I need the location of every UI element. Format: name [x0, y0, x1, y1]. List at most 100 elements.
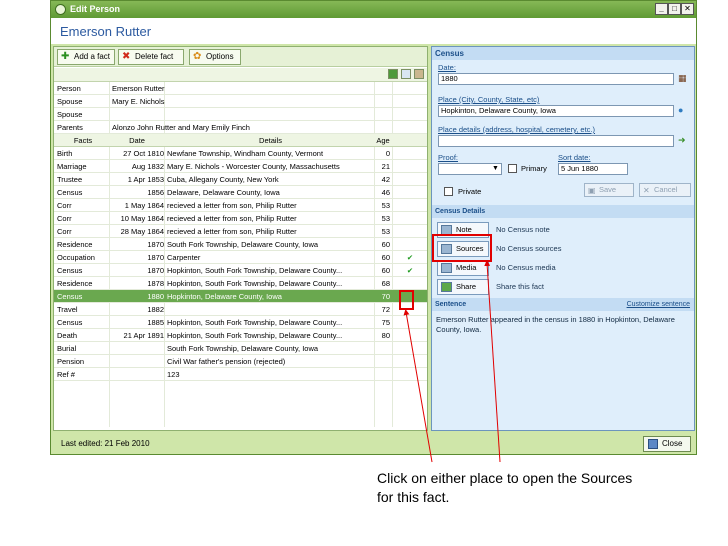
cancel-button[interactable]: ✕ Cancel	[639, 183, 691, 197]
maximize-button[interactable]: □	[668, 3, 681, 15]
fact-date: 28 May 1864	[120, 227, 164, 236]
fact-type: Census	[57, 266, 83, 275]
fact-type: Marriage	[57, 162, 87, 171]
share-button[interactable]: Share	[437, 279, 489, 295]
save-button[interactable]: ▣ Save	[584, 183, 634, 197]
chevron-down-icon[interactable]: ▼	[492, 164, 499, 174]
customize-sentence-link[interactable]: Customize sentence	[627, 298, 690, 311]
fact-type: Burial	[57, 344, 77, 353]
plus-icon: ✚	[61, 51, 70, 62]
fact-type: Pension	[57, 357, 85, 366]
fact-row[interactable]: Marriage Aug 1832 Mary E. Nichols - Worces…	[54, 160, 427, 173]
cancel-icon: ✕	[643, 186, 650, 195]
fact-type: Birth	[57, 149, 73, 158]
fact-row[interactable]: Residence 1870 South Fork Township, Delawa…	[54, 238, 427, 251]
person-row[interactable]: Spouse Mary E. Nichols	[54, 95, 427, 108]
fact-details: 123	[167, 370, 180, 379]
fact-type: Census	[57, 318, 83, 327]
media-status: No Census media	[496, 263, 556, 272]
sentence-text[interactable]: Emerson Rutter appeared in the census in…	[436, 315, 691, 335]
globe-icon[interactable]: ●	[678, 105, 683, 115]
fact-details: Cuba, Allegany County, New York	[167, 175, 279, 184]
place-details-input[interactable]	[438, 135, 674, 147]
fact-row[interactable]: Census 1870 Hopkinton, South Fork Township…	[54, 264, 427, 277]
close-button[interactable]: Close	[643, 436, 691, 452]
fact-age: 0	[385, 149, 390, 158]
delete-fact-button[interactable]: ✖ Delete fact	[118, 49, 184, 65]
go-arrow-icon[interactable]: ➜	[678, 135, 686, 145]
fact-type: Trustee	[57, 175, 83, 184]
person-row-label: Person	[57, 84, 81, 93]
options-button[interactable]: ✿ Options	[189, 49, 241, 65]
fact-type: Travel	[57, 305, 78, 314]
fact-type: Census	[57, 292, 83, 301]
fact-row[interactable]: Corr 28 May 1864 recieved a letter from so…	[54, 225, 427, 238]
date-column-title[interactable]: Date	[110, 135, 164, 146]
date-input[interactable]: 1880	[438, 73, 674, 85]
fact-age: 53	[381, 214, 390, 223]
fact-row[interactable]: Birth 27 Oct 1810 Newfane Township, Windha…	[54, 147, 427, 160]
primary-label: Primary	[521, 164, 547, 173]
fact-type: Corr	[57, 201, 72, 210]
fact-date: 1870	[147, 266, 164, 275]
close-door-icon	[648, 439, 658, 449]
fact-age: 68	[381, 279, 390, 288]
media-column-icon	[414, 69, 424, 79]
person-row[interactable]: Person Emerson Rutter	[54, 82, 427, 95]
place-input[interactable]: Hopkinton, Delaware County, Iowa	[438, 105, 674, 117]
person-row[interactable]: Parents Alonzo John Rutter and Mary Emily…	[54, 121, 427, 134]
fact-date: 1870	[147, 253, 164, 262]
source-check-icon[interactable]: ✔	[404, 265, 416, 276]
fact-row[interactable]: Ref # 123	[54, 368, 427, 381]
fact-type: Death	[57, 331, 78, 340]
fact-row[interactable]: Death 21 Apr 1891 Hopkinton, South Fork To…	[54, 329, 427, 342]
private-checkbox[interactable]	[444, 187, 453, 196]
fact-row[interactable]: Burial South Fork Township, Delaware Coun…	[54, 342, 427, 355]
facts-column-header: Facts Date Details Age	[54, 134, 427, 147]
source-check-icon[interactable]: ✔	[404, 252, 416, 263]
fact-row[interactable]: Corr 10 May 1864 recieved a letter from so…	[54, 212, 427, 225]
person-row-label: Spouse	[57, 97, 83, 106]
fact-row[interactable]: Census 1885 Hopkinton, South Fork Township…	[54, 316, 427, 329]
fact-age: 46	[381, 188, 390, 197]
fact-row[interactable]: Census 1880 Hopkinton, Delaware County, Io…	[54, 290, 427, 303]
fact-age: 53	[381, 227, 390, 236]
fact-row[interactable]: Pension Civil War father's pension (rejec…	[54, 355, 427, 368]
fact-row[interactable]: Residence 1878 Hopkinton, South Fork Towns…	[54, 277, 427, 290]
facts-toolbar: ✚ Add a fact ✖ Delete fact ✿ Options	[54, 47, 427, 67]
fact-row[interactable]: Trustee 1 Apr 1853 Cuba, Allegany County, …	[54, 173, 427, 186]
fact-date: 1882	[147, 305, 164, 314]
facts-column-title[interactable]: Facts	[57, 135, 109, 146]
media-button[interactable]: Media	[437, 260, 489, 276]
minimize-button[interactable]: _	[655, 3, 668, 15]
census-section-title: Census	[432, 47, 694, 60]
fact-row[interactable]: Travel 1882 72	[54, 303, 427, 316]
fact-details: Delaware, Delaware County, Iowa	[167, 188, 280, 197]
fact-details: recieved a letter from son, Philip Rutte…	[167, 214, 297, 223]
fact-date: 1870	[147, 240, 164, 249]
fact-row[interactable]: Census 1856 Delaware, Delaware County, Iow…	[54, 186, 427, 199]
fact-date: Aug 1832	[131, 162, 164, 171]
sources-column-highlight	[399, 290, 414, 310]
fact-age: 53	[381, 201, 390, 210]
age-column-title[interactable]: Age	[372, 135, 394, 146]
fact-date: 1885	[147, 318, 164, 327]
share-column-icon	[387, 69, 398, 79]
sort-date-input[interactable]: 5 Jun 1880	[558, 163, 628, 175]
title-bar: Edit Person _ □ ✕	[51, 1, 696, 18]
status-bar: Last edited: 21 Feb 2010 Close	[51, 434, 696, 454]
primary-checkbox[interactable]	[508, 164, 517, 173]
person-row[interactable]: Spouse	[54, 108, 427, 121]
close-window-button[interactable]: ✕	[681, 3, 694, 15]
person-row-value: Alonzo John Rutter and Mary Emily Finch	[112, 123, 250, 132]
add-fact-button[interactable]: ✚ Add a fact	[57, 49, 115, 65]
fact-date: 1878	[147, 279, 164, 288]
person-header: Emerson Rutter	[51, 18, 696, 44]
fact-row[interactable]: Occupation 1870 Carpenter 60 ✔	[54, 251, 427, 264]
census-details-title: Census Details	[432, 205, 694, 218]
calendar-icon[interactable]: ▦	[678, 73, 687, 83]
fact-row[interactable]: Corr 1 May 1864 recieved a letter from son…	[54, 199, 427, 212]
fact-details: recieved a letter from son, Philip Rutte…	[167, 201, 297, 210]
person-row-value: Emerson Rutter	[112, 84, 165, 93]
details-column-title[interactable]: Details	[167, 135, 374, 146]
